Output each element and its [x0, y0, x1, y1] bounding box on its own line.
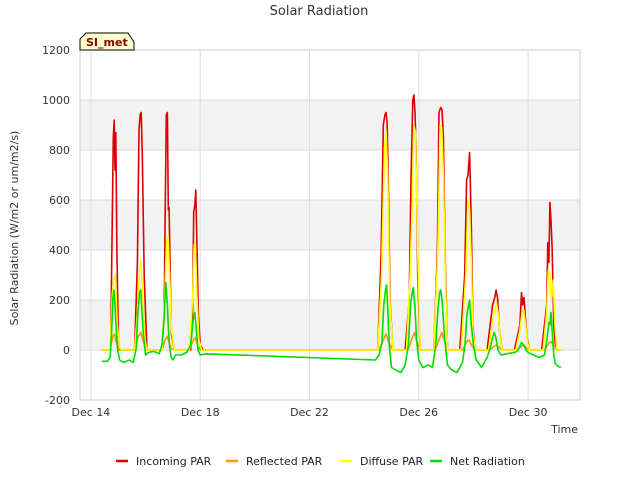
site-badge: SI_met: [79, 32, 135, 51]
legend-item: Net Radiation: [430, 455, 525, 468]
x-axis-ticks: Dec 14 Dec 18 Dec 22 Dec 26 Dec 30: [72, 406, 548, 419]
legend-item: Diffuse PAR: [340, 455, 424, 468]
site-badge-label: SI_met: [86, 36, 128, 49]
chart-title: Solar Radiation: [270, 4, 369, 19]
y-tick-label: 800: [49, 144, 70, 157]
background-band: [80, 100, 580, 150]
legend: Incoming PAR Reflected PAR Diffuse PAR Net …: [116, 455, 525, 468]
y-tick-label: -200: [45, 394, 70, 407]
y-axis-ticks: -200 0 200 400 600 800 1000 1200: [42, 44, 70, 407]
legend-item: Reflected PAR: [226, 455, 323, 468]
x-tick-label: Dec 26: [399, 406, 438, 419]
y-axis-label: Solar Radiation (W/m2 or um/m2/s): [8, 131, 21, 326]
legend-label: Incoming PAR: [136, 455, 212, 468]
y-tick-label: 200: [49, 294, 70, 307]
legend-item: Incoming PAR: [116, 455, 212, 468]
x-axis-label: Time: [550, 423, 578, 436]
background-band: [80, 300, 580, 350]
y-tick-label: 0: [63, 344, 70, 357]
legend-label: Diffuse PAR: [360, 455, 424, 468]
background-bands: [80, 50, 580, 400]
y-tick-label: 1000: [42, 94, 70, 107]
y-tick-label: 600: [49, 194, 70, 207]
legend-label: Reflected PAR: [246, 455, 323, 468]
x-tick-label: Dec 22: [290, 406, 329, 419]
x-tick-label: Dec 30: [509, 406, 548, 419]
y-tick-label: 400: [49, 244, 70, 257]
x-tick-label: Dec 14: [72, 406, 111, 419]
y-tick-label: 1200: [42, 44, 70, 57]
x-tick-label: Dec 18: [181, 406, 220, 419]
background-band: [80, 200, 580, 250]
legend-label: Net Radiation: [450, 455, 525, 468]
solar-radiation-chart: -200020040060080010001200 Dec 14 Dec 18 De…: [8, 4, 581, 468]
